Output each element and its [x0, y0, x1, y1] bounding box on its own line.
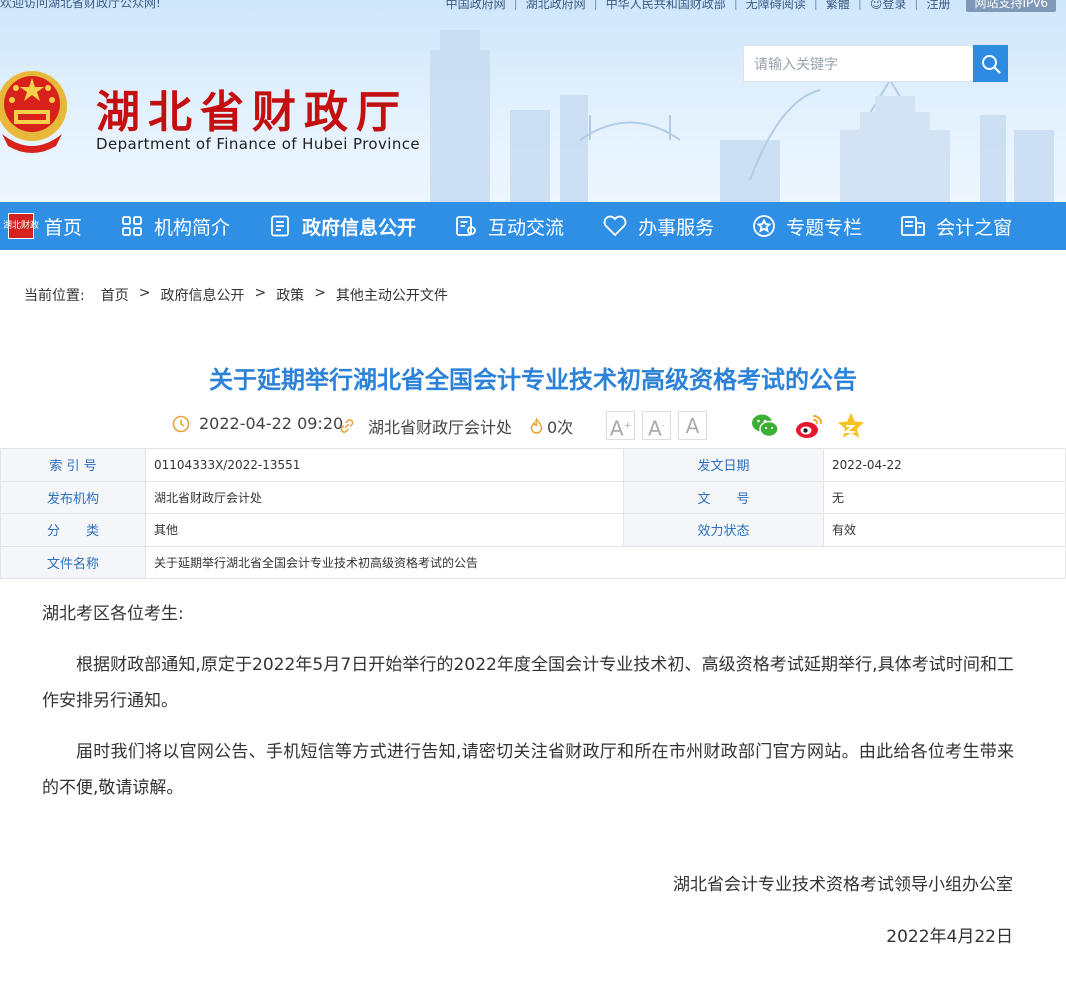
link-traditional[interactable]: 繁體 [818, 0, 858, 12]
nav-services-label: 办事服务 [638, 216, 715, 239]
nav-topics-label: 专题专栏 [786, 216, 863, 239]
favorite-star-icon[interactable] [836, 411, 866, 441]
national-emblem-icon [0, 71, 67, 153]
link-mof[interactable]: 中华人民共和国财政部 [598, 0, 734, 12]
org-value: 湖北省财政厅会计处 [145, 480, 624, 514]
article-source: 湖北省财政厅会计处 [340, 414, 512, 438]
index-label: 索 引 号 [0, 448, 146, 482]
breadcrumb-separator: > [254, 285, 267, 301]
ledger-icon [901, 216, 925, 236]
breadcrumb-home[interactable]: 首页 [101, 285, 129, 305]
nav-interaction[interactable]: 互动交流 [454, 202, 564, 250]
grid-icon [122, 216, 142, 236]
file-name-label: 文件名称 [0, 545, 146, 579]
star-circle-icon [753, 215, 775, 237]
search-button[interactable] [973, 45, 1008, 82]
table-row: 索 引 号 01104333X/2022-13551 发文日期 2022-04-… [0, 448, 1066, 482]
breadcrumb-separator: > [314, 285, 326, 301]
link-login[interactable]: ☺登录 [862, 0, 915, 12]
main-nav: 湖北财政 首页 机构简介 政府信息公开 互动交流 办事服务 专题专栏 会计之窗 [0, 202, 1066, 250]
breadcrumb-policy[interactable]: 政策 [276, 285, 304, 305]
site-name-en: Department of Finance of Hubei Province [96, 135, 421, 153]
nav-about-label: 机构简介 [154, 216, 231, 239]
status-label: 效力状态 [623, 513, 824, 547]
link-hubei-gov[interactable]: 湖北政府网 [518, 0, 594, 12]
nav-info-disclosure[interactable]: 政府信息公开 [268, 202, 416, 250]
breadcrumb-info-disclosure[interactable]: 政府信息公开 [160, 285, 244, 305]
category-value: 其他 [145, 513, 624, 547]
org-label: 发布机构 [0, 480, 146, 514]
article-title: 关于延期举行湖北省全国会计专业技术初高级资格考试的公告 [209, 366, 857, 394]
nav-accounting[interactable]: 会计之窗 [900, 202, 1012, 250]
nav-special-topics[interactable]: 专题专栏 [752, 202, 862, 250]
table-row: 分 类 其他 效力状态 有效 [0, 513, 1066, 547]
file-name-value: 关于延期举行湖北省全国会计专业技术初高级资格考试的公告 [145, 545, 1066, 579]
breadcrumb-other-files[interactable]: 其他主动公开文件 [336, 285, 448, 305]
form-edit-icon [456, 216, 476, 236]
publish-time: 2022-04-22 09:20 [172, 414, 343, 433]
article-body: 湖北考区各位考生: 根据财政部通知,原定于2022年5月7日开始举行的2022年… [42, 596, 1014, 821]
paragraph: 根据财政部通知,原定于2022年5月7日开始举行的2022年度全国会计专业技术初… [42, 655, 1014, 711]
nav-interaction-label: 互动交流 [488, 216, 565, 239]
paragraph: 届时我们将以官网公告、手机短信等方式进行告知,请密切关注省财政厅和所在市州财政部… [42, 742, 1014, 798]
signature: 湖北省会计专业技术资格考试领导小组办公室 [673, 875, 1013, 895]
flame-icon [530, 418, 543, 434]
nav-info-label: 政府信息公开 [302, 216, 417, 239]
index-value: 01104333X/2022-13551 [145, 448, 624, 482]
link-accessibility[interactable]: 无障碍阅读 [738, 0, 814, 12]
category-label: 分 类 [0, 513, 146, 547]
nav-services[interactable]: 办事服务 [602, 202, 714, 250]
signature-date: 2022年4月22日 [886, 927, 1013, 947]
date-value: 2022-04-22 [823, 448, 1066, 482]
heart-icon [603, 215, 627, 237]
mini-finance-logo-icon: 湖北财政 [3, 213, 39, 239]
breadcrumb-label: 当前位置: [24, 288, 85, 304]
user-icon: ☺ [869, 0, 883, 11]
search-icon [981, 54, 1001, 74]
link-register[interactable]: 注册 [918, 0, 958, 12]
ipv6-badge: 网站支持IPv6 [966, 0, 1056, 12]
breadcrumb: 当前位置: 首页 > 政府信息公开 > 政策 > 其他主动公开文件 [24, 285, 448, 305]
font-increase-button[interactable]: A+ [606, 411, 635, 441]
nav-accounting-label: 会计之窗 [936, 216, 1013, 239]
nav-home[interactable]: 湖北财政 首页 [3, 202, 83, 250]
doc-number-value: 无 [823, 480, 1066, 514]
link-icon [340, 419, 354, 433]
article-meta: 2022-04-22 09:20 湖北省财政厅会计处 0次 A+ A- A [0, 408, 1066, 442]
status-value: 有效 [823, 513, 1066, 547]
nav-home-label: 首页 [44, 216, 83, 239]
greeting: 湖北考区各位考生: [42, 604, 184, 624]
site-header: 欢迎访问湖北省财政厅公众网! 中国政府网 | 湖北政府网 | 中华人民共和国财政部 |… [0, 0, 1066, 202]
weibo-share-icon[interactable] [794, 411, 824, 441]
doc-number-label: 文 号 [623, 480, 824, 514]
breadcrumb-separator: > [138, 285, 151, 301]
wechat-share-icon[interactable] [750, 411, 780, 441]
view-count: 0次 [530, 414, 573, 438]
document-info-table: 索 引 号 01104333X/2022-13551 发文日期 2022-04-… [0, 448, 1066, 579]
article-source-value: 湖北省财政厅会计处 [368, 418, 513, 437]
publish-time-value: 2022-04-22 09:20 [199, 414, 344, 433]
font-decrease-button[interactable]: A- [642, 411, 671, 441]
table-row: 文件名称 关于延期举行湖北省全国会计专业技术初高级资格考试的公告 [0, 545, 1066, 579]
date-label: 发文日期 [623, 448, 824, 482]
top-utility-bar: 欢迎访问湖北省财政厅公众网! 中国政府网 | 湖北政府网 | 中华人民共和国财政部 |… [0, 0, 1066, 12]
welcome-text: 欢迎访问湖北省财政厅公众网! [0, 0, 161, 10]
nav-about[interactable]: 机构简介 [120, 202, 230, 250]
site-name-cn: 湖北省财政厅 [96, 87, 408, 138]
font-reset-button[interactable]: A [678, 411, 707, 440]
search-box [743, 45, 1008, 82]
search-input[interactable] [743, 45, 973, 82]
table-row: 发布机构 湖北省财政厅会计处 文 号 无 [0, 480, 1066, 514]
clock-icon [172, 415, 190, 432]
link-gov-cn[interactable]: 中国政府网 [438, 0, 514, 12]
document-list-icon [271, 215, 289, 237]
view-count-value: 0次 [547, 418, 574, 437]
